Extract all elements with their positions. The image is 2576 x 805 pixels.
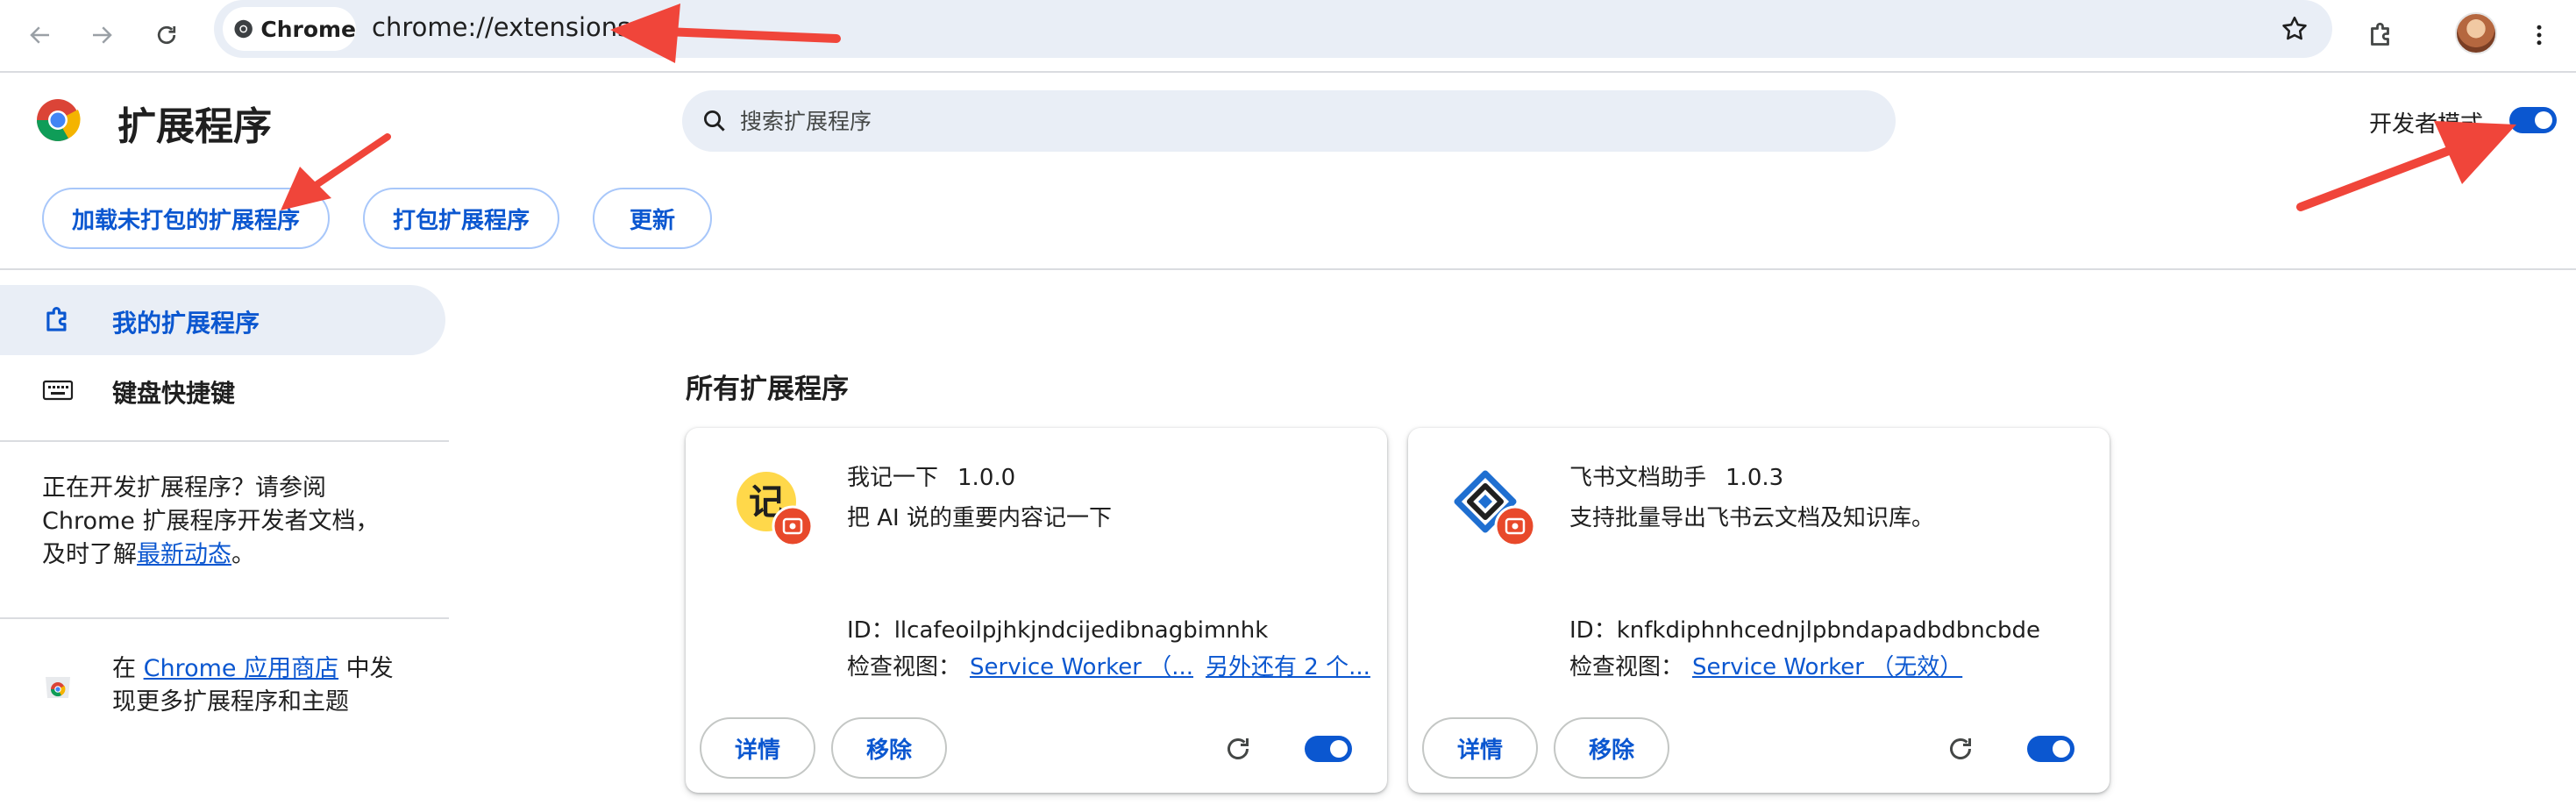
chrome-web-store-link[interactable]: Chrome 应用商店: [144, 655, 339, 682]
chip-label: Chrome: [260, 16, 356, 42]
sidebar-divider: [0, 440, 449, 442]
id-label: ID：: [1569, 617, 1617, 644]
site-info-chip[interactable]: Chrome: [223, 7, 356, 51]
extensions-icon: [39, 303, 77, 338]
bookmark-star-icon[interactable]: [2280, 14, 2309, 44]
toggle-knob: [2535, 111, 2552, 129]
browser-menu-button[interactable]: [2513, 9, 2565, 61]
extension-id: ID：knfkdiphnhcednjlpbndapadbdbncbde: [1569, 612, 2040, 645]
search-icon: [704, 110, 725, 132]
store-note-text: 在: [112, 655, 144, 682]
inspect-views: 检查视图： Service Worker （... 另外还有 2 个...: [847, 649, 1370, 681]
dev-note-line: 正在开发扩展程序？请参阅: [42, 474, 326, 502]
annotation-arrow-dev-mode: [2296, 121, 2516, 211]
details-button[interactable]: 详情: [700, 717, 815, 779]
extension-title: 我记一下: [847, 465, 939, 491]
reload-button[interactable]: [140, 9, 193, 61]
address-bar[interactable]: Chrome chrome://extensions: [214, 0, 2332, 58]
back-button[interactable]: [14, 9, 67, 61]
sidebar-divider: [0, 617, 449, 619]
reload-icon: [157, 25, 176, 45]
reload-extension-icon[interactable]: [1222, 733, 1254, 765]
store-note-text: 中发: [338, 655, 394, 682]
service-worker-link[interactable]: Service Worker （...: [970, 654, 1193, 680]
annotation-arrow-url: [610, 4, 841, 63]
service-worker-link[interactable]: Service Worker （无效）: [1692, 654, 1962, 680]
chrome-logo-icon: [234, 19, 253, 39]
sidebar-item-label: 我的扩展程序: [112, 309, 260, 338]
store-note-line: 现更多扩展程序和主题: [112, 688, 349, 716]
annotation-arrow-load-unpacked: [281, 133, 391, 210]
profile-avatar[interactable]: [2455, 12, 2497, 54]
forward-button[interactable]: [75, 9, 128, 61]
browser-toolbar: Chrome chrome://extensions: [0, 0, 2576, 73]
chrome-web-store-icon: [46, 677, 70, 698]
store-note-line: 在 Chrome 应用商店 中发: [112, 652, 445, 686]
extension-version: 1.0.0: [957, 465, 1016, 491]
web-store-note: 在 Chrome 应用商店 中发 现更多扩展程序和主题: [112, 652, 445, 719]
extension-id: ID：llcafeoilpjhkjndcijedibnagbimnhk: [847, 612, 1268, 645]
inspect-views-label: 检查视图：: [847, 654, 962, 680]
note-app-logo-icon: 记: [737, 472, 814, 547]
extension-version: 1.0.3: [1726, 465, 1784, 491]
latest-news-link[interactable]: 最新动态: [137, 541, 231, 568]
dev-note-text: 及时了解: [42, 541, 137, 568]
chrome-logo-icon: [36, 99, 81, 142]
sidebar-item-keyboard-shortcuts[interactable]: 键盘快捷键: [0, 355, 445, 425]
toggle-knob: [1330, 740, 1348, 758]
remove-button[interactable]: 移除: [831, 717, 947, 779]
id-value: knfkdiphnhcednjlpbndapadbdbncbde: [1616, 617, 2040, 644]
puzzle-icon: [2371, 22, 2389, 46]
extension-enable-toggle[interactable]: [1305, 736, 1352, 762]
extension-name: 飞书文档助手 1.0.3: [1569, 459, 1783, 492]
header-divider: [0, 268, 2576, 270]
reload-extension-icon[interactable]: [1945, 733, 1976, 765]
dev-note-line: 及时了解最新动态。: [42, 538, 428, 572]
extension-name: 我记一下 1.0.0: [847, 459, 1015, 492]
more-views-link[interactable]: 另外还有 2 个...: [1206, 654, 1370, 680]
extension-title: 飞书文档助手: [1569, 465, 1707, 491]
sidebar-item-my-extensions[interactable]: 我的扩展程序: [0, 285, 445, 355]
keyboard-icon: [39, 373, 77, 408]
remove-button[interactable]: 移除: [1554, 717, 1669, 779]
search-input[interactable]: [740, 90, 1871, 152]
search-box[interactable]: [682, 90, 1896, 152]
extension-card: 记 我记一下 1.0.0 把 AI 说的重要内容记一下 ID：llcafeoilp…: [686, 428, 1387, 793]
extension-icon: [1454, 467, 1538, 551]
extension-description: 把 AI 说的重要内容记一下: [847, 505, 1112, 531]
inspect-views-label: 检查视图：: [1569, 654, 1684, 680]
dev-note-text: 。: [231, 541, 255, 568]
dev-note-line: Chrome 扩展程序开发者文档，: [42, 508, 380, 535]
feishu-docs-logo-icon: [1454, 470, 1536, 547]
sidebar-item-label: 键盘快捷键: [112, 379, 236, 408]
inspect-views: 检查视图： Service Worker （无效）: [1569, 649, 1962, 681]
extension-description: 支持批量导出飞书云文档及知识库。: [1569, 505, 1935, 531]
details-button[interactable]: 详情: [1422, 717, 1538, 779]
id-value: llcafeoilpjhkjndcijedibnagbimnhk: [893, 617, 1269, 644]
developer-docs-note: 正在开发扩展程序？请参阅 Chrome 扩展程序开发者文档， 及时了解最新动态。: [42, 472, 428, 572]
page-title: 扩展程序: [117, 104, 272, 149]
url-text[interactable]: chrome://extensions: [372, 12, 630, 42]
extensions-menu-button[interactable]: [2355, 9, 2408, 61]
forward-arrow-icon: [93, 26, 112, 44]
extension-enable-toggle[interactable]: [2027, 736, 2074, 762]
toggle-knob: [2053, 740, 2070, 758]
extension-card: 飞书文档助手 1.0.3 支持批量导出飞书云文档及知识库。 ID：knfkdiph…: [1408, 428, 2110, 793]
update-button[interactable]: 更新: [593, 188, 712, 249]
section-title: 所有扩展程序: [686, 374, 849, 405]
three-dots-vertical-icon: [2537, 25, 2542, 46]
id-label: ID：: [847, 617, 894, 644]
back-arrow-icon: [30, 26, 49, 44]
extension-icon: 记: [731, 467, 815, 551]
